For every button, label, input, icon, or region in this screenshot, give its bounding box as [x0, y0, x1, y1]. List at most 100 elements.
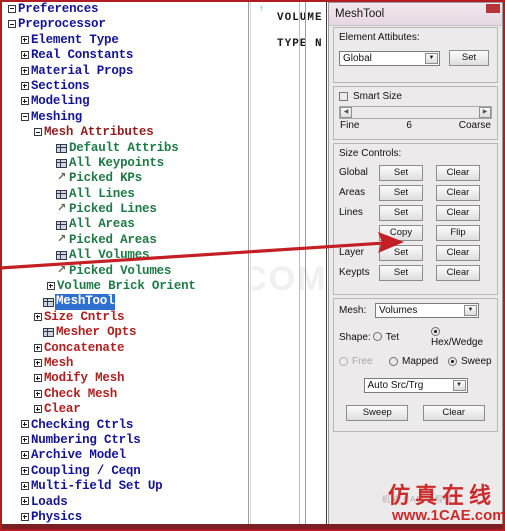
- meshtool-dialog[interactable]: MeshTool Element Attibutes: Global ▼ Set: [328, 2, 503, 529]
- size-control-secondary-button[interactable]: Clear: [436, 264, 480, 281]
- close-icon[interactable]: [486, 4, 500, 13]
- tree-item[interactable]: Concatenate: [2, 341, 232, 356]
- tree-item[interactable]: Numbering Ctrls: [2, 433, 232, 448]
- tree-item[interactable]: Sections: [2, 79, 232, 94]
- smart-size-checkbox[interactable]: [339, 92, 348, 101]
- radio-mapped-icon[interactable]: [389, 356, 398, 366]
- tree-item[interactable]: Preprocessor: [2, 17, 232, 32]
- size-controls-grid[interactable]: Global Set Clear Areas Set Clear Lines Set Clear…: [339, 164, 492, 281]
- expand-plus-icon[interactable]: [32, 405, 43, 415]
- size-control-secondary-button[interactable]: Clear: [436, 164, 480, 181]
- expand-plus-icon[interactable]: [19, 435, 30, 446]
- shape-option-tet[interactable]: Tet: [372, 332, 431, 343]
- tree-item[interactable]: Modify Mesh: [2, 371, 232, 386]
- chevron-down-icon[interactable]: ▼: [425, 52, 438, 64]
- collapse-minus-icon[interactable]: [6, 4, 17, 15]
- size-control-secondary-button[interactable]: Clear: [436, 184, 480, 201]
- tree-item[interactable]: Material Props: [2, 64, 232, 79]
- size-control-primary-button[interactable]: Copy: [379, 224, 423, 241]
- expand-plus-icon[interactable]: [32, 389, 43, 400]
- tree-item[interactable]: Real Constants: [2, 48, 232, 63]
- tree-item[interactable]: Meshing: [2, 110, 232, 125]
- tree-item[interactable]: All Lines: [2, 187, 232, 202]
- tree-item[interactable]: Picked Areas: [2, 233, 232, 248]
- main-menu-tree-panel[interactable]: Preferences Preprocessor Element Type Real …: [2, 2, 248, 529]
- expand-plus-icon[interactable]: [19, 51, 30, 61]
- chevron-down-icon[interactable]: ▼: [452, 380, 466, 391]
- expand-plus-icon[interactable]: [19, 451, 30, 461]
- tree-item[interactable]: Physics: [2, 510, 232, 525]
- smart-size-value: 6: [406, 120, 412, 131]
- slider-right-arrow-icon[interactable]: ▶: [479, 107, 491, 118]
- radio-sweep-icon[interactable]: [448, 356, 457, 366]
- tree-item[interactable]: Mesh Attributes: [2, 125, 232, 140]
- expand-plus-icon[interactable]: [19, 35, 30, 46]
- tree-item[interactable]: Picked Volumes: [2, 264, 232, 279]
- tree-item[interactable]: Volume Brick Orient: [2, 279, 232, 294]
- tree-item[interactable]: All Keypoints: [2, 156, 232, 171]
- tree-item-list[interactable]: Preferences Preprocessor Element Type Real …: [2, 2, 232, 529]
- chevron-down-icon[interactable]: ▼: [464, 305, 477, 316]
- expand-plus-icon[interactable]: [32, 343, 43, 354]
- size-control-primary-button[interactable]: Set: [379, 204, 423, 221]
- tree-item[interactable]: Clear: [2, 402, 232, 417]
- tree-item[interactable]: Preferences: [2, 2, 232, 17]
- radio-hexwedge-icon[interactable]: [430, 326, 440, 336]
- tree-item[interactable]: Multi-field Set Up: [2, 479, 232, 494]
- tree-item[interactable]: Size Cntrls: [2, 310, 232, 325]
- tree-item[interactable]: Picked KPs: [2, 171, 232, 186]
- size-control-row: Lines Set Clear: [339, 204, 492, 221]
- size-control-primary-button[interactable]: Set: [379, 184, 423, 201]
- method-option-mapped[interactable]: Mapped: [389, 356, 448, 367]
- expand-plus-icon[interactable]: [45, 281, 56, 292]
- tree-item[interactable]: Default Attribs: [2, 141, 232, 156]
- sweep-mode-select[interactable]: Auto Src/Trg ▼: [363, 378, 468, 393]
- tree-item[interactable]: Mesher Opts: [2, 325, 232, 340]
- tree-item[interactable]: MeshTool: [2, 294, 232, 310]
- expand-plus-icon[interactable]: [19, 482, 30, 492]
- size-control-secondary-button[interactable]: Clear: [436, 244, 480, 261]
- method-option-sweep[interactable]: Sweep: [448, 356, 492, 367]
- element-attributes-set-button[interactable]: Set: [449, 50, 489, 66]
- expand-plus-icon[interactable]: [19, 497, 30, 507]
- tree-item[interactable]: Modeling: [2, 94, 232, 109]
- tree-item[interactable]: Archive Model: [2, 448, 232, 463]
- tree-item[interactable]: Mesh: [2, 356, 232, 371]
- radio-tet-icon[interactable]: [372, 332, 382, 342]
- tree-item[interactable]: Coupling / Ceqn: [2, 464, 232, 479]
- collapse-minus-icon[interactable]: [32, 128, 43, 138]
- element-attributes-select[interactable]: Global ▼: [339, 50, 440, 66]
- smart-size-slider[interactable]: ◀ ▶: [339, 106, 492, 119]
- tree-item[interactable]: Element Type: [2, 33, 232, 48]
- expand-plus-icon[interactable]: [19, 66, 30, 77]
- tree-item[interactable]: All Volumes: [2, 248, 232, 263]
- expand-plus-icon[interactable]: [19, 97, 30, 107]
- size-control-primary-button[interactable]: Set: [379, 244, 423, 261]
- expand-plus-icon[interactable]: [19, 420, 30, 430]
- tree-item[interactable]: Picked Lines: [2, 202, 232, 217]
- expand-plus-icon[interactable]: [19, 512, 30, 523]
- expand-plus-icon[interactable]: [19, 466, 30, 477]
- method-option-free: Free: [339, 356, 389, 367]
- tree-item[interactable]: Checking Ctrls: [2, 418, 232, 433]
- mesh-entity-select[interactable]: Volumes ▼: [375, 303, 479, 318]
- mesh-clear-button[interactable]: Clear: [422, 405, 485, 421]
- tree-item[interactable]: Check Mesh: [2, 387, 232, 402]
- size-control-secondary-button[interactable]: Clear: [436, 204, 480, 221]
- collapse-minus-icon[interactable]: [19, 112, 30, 123]
- size-control-primary-button[interactable]: Set: [379, 164, 423, 181]
- expand-plus-icon[interactable]: [32, 374, 43, 384]
- meshtool-title-bar[interactable]: MeshTool: [329, 3, 502, 26]
- sweep-button[interactable]: Sweep: [346, 405, 409, 421]
- slider-left-arrow-icon[interactable]: ◀: [340, 107, 352, 118]
- collapse-minus-icon[interactable]: [6, 20, 17, 30]
- expand-plus-icon[interactable]: [32, 358, 43, 369]
- shape-option-hexwedge[interactable]: Hex/Wedge: [430, 326, 492, 348]
- expand-plus-icon[interactable]: [32, 312, 43, 323]
- tree-item[interactable]: All Areas: [2, 217, 232, 232]
- tree-item[interactable]: Loads: [2, 495, 232, 510]
- size-control-row: Layer Set Clear: [339, 244, 492, 261]
- expand-plus-icon[interactable]: [19, 81, 30, 92]
- size-control-primary-button[interactable]: Set: [379, 264, 423, 281]
- size-control-secondary-button[interactable]: Flip: [436, 224, 480, 241]
